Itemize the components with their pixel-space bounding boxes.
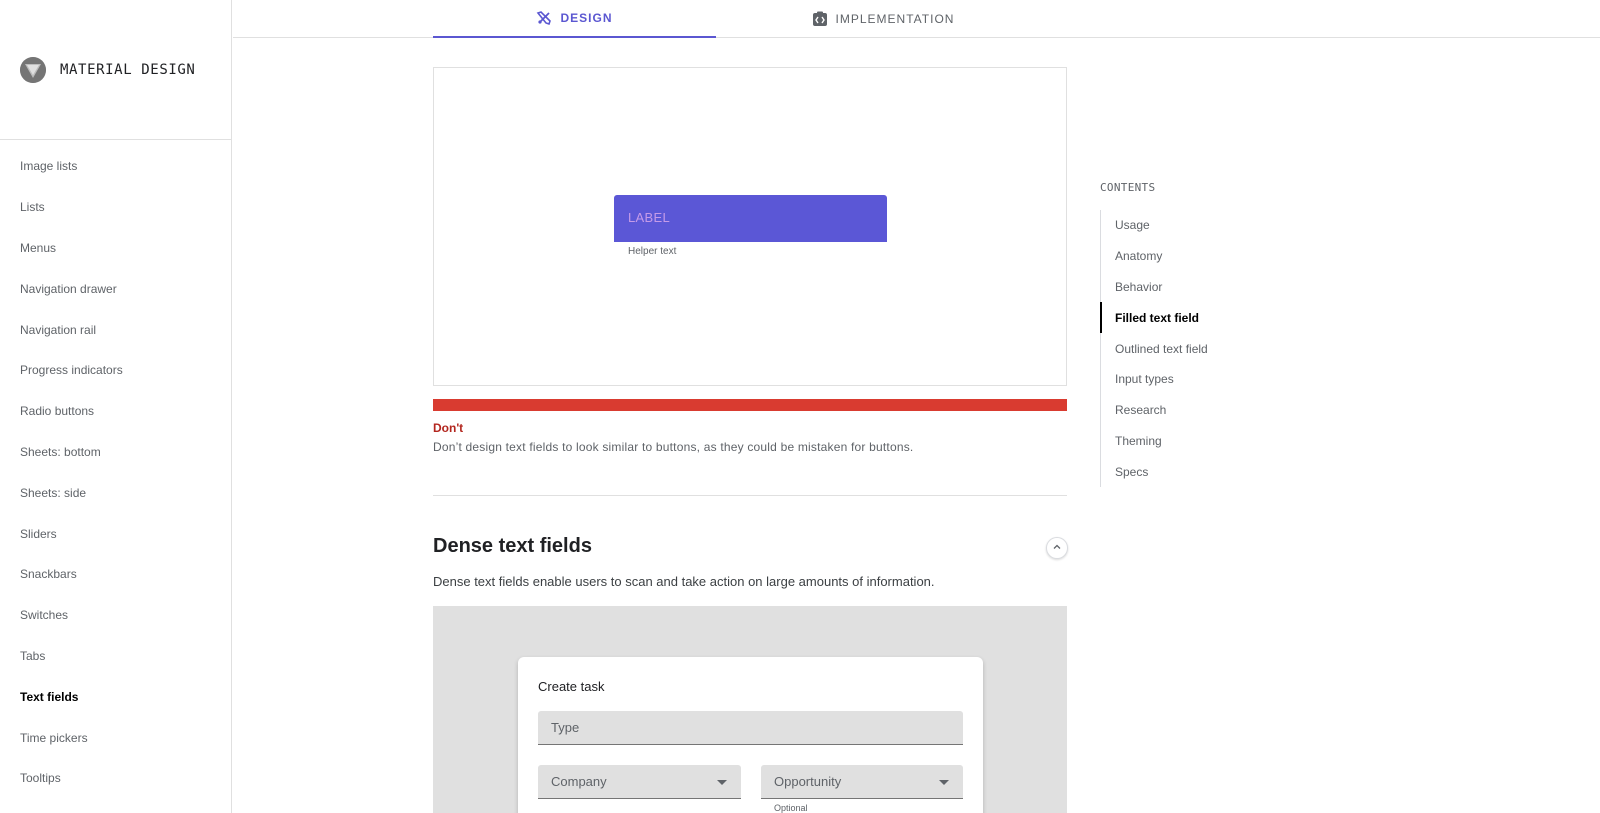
opportunity-select-label: Opportunity	[774, 774, 842, 789]
sidebar-item-tabs[interactable]: Tabs	[0, 636, 232, 677]
sidebar-item-sheets-bottom[interactable]: Sheets: bottom	[0, 432, 232, 473]
sidebar-nav: Image lists Lists Menus Navigation drawe…	[0, 146, 232, 799]
toc-item-outlined-text-field[interactable]: Outlined text field	[1101, 333, 1300, 364]
dropdown-arrow-icon	[939, 780, 949, 785]
type-field-label: Type	[551, 720, 580, 735]
section-title: Dense text fields	[433, 535, 592, 557]
code-icon	[812, 11, 828, 27]
sidebar-item-image-lists[interactable]: Image lists	[0, 146, 232, 187]
table-of-contents: Usage Anatomy Behavior Filled text field…	[1100, 210, 1300, 488]
sidebar-item-navigation-drawer[interactable]: Navigation drawer	[0, 268, 232, 309]
dont-title: Don't	[433, 421, 464, 435]
section-description: Dense text fields enable users to scan a…	[433, 574, 935, 589]
opportunity-select[interactable]: Opportunity	[761, 765, 963, 799]
toc-item-input-types[interactable]: Input types	[1101, 364, 1300, 395]
material-logo-icon	[20, 57, 46, 83]
toc-item-specs[interactable]: Specs	[1101, 456, 1300, 487]
sidebar-item-text-fields[interactable]: Text fields	[0, 676, 232, 717]
tab-design-label: DESIGN	[560, 11, 613, 25]
helper-text: Helper text	[628, 246, 677, 257]
sidebar-item-lists[interactable]: Lists	[0, 187, 232, 228]
sidebar-item-time-pickers[interactable]: Time pickers	[0, 717, 232, 758]
sidebar-item-tooltips[interactable]: Tooltips	[0, 758, 232, 799]
sidebar: MATERIAL DESIGN Image lists Lists Menus …	[0, 0, 232, 813]
design-tools-icon	[536, 10, 552, 26]
brand[interactable]: MATERIAL DESIGN	[20, 57, 195, 83]
card-title: Create task	[538, 679, 605, 694]
sidebar-item-radio-buttons[interactable]: Radio buttons	[0, 391, 232, 432]
dont-example-frame: LABEL Helper text	[433, 67, 1067, 386]
create-task-card: Create task Type Company Opportunity Opt…	[518, 657, 983, 813]
chevron-up-icon	[1052, 539, 1062, 557]
sidebar-item-sheets-side[interactable]: Sheets: side	[0, 472, 232, 513]
type-field[interactable]: Type	[538, 711, 963, 745]
dont-indicator-bar	[433, 399, 1067, 411]
collapse-section-button[interactable]	[1046, 537, 1068, 559]
toc-item-theming[interactable]: Theming	[1101, 426, 1300, 457]
sidebar-item-sliders[interactable]: Sliders	[0, 513, 232, 554]
toc-item-behavior[interactable]: Behavior	[1101, 272, 1300, 303]
company-select[interactable]: Company	[538, 765, 741, 799]
toc-item-filled-text-field[interactable]: Filled text field	[1100, 302, 1300, 333]
dont-caption: Don’t design text fields to look similar…	[433, 440, 914, 454]
tab-implementation-label: IMPLEMENTATION	[835, 12, 955, 26]
toc-item-research[interactable]: Research	[1101, 395, 1300, 426]
company-select-label: Company	[551, 774, 607, 789]
button-label: LABEL	[628, 210, 670, 225]
toc-item-usage[interactable]: Usage	[1101, 210, 1300, 241]
toc-title: CONTENTS	[1100, 181, 1156, 194]
sidebar-divider	[0, 139, 232, 140]
toc-item-anatomy[interactable]: Anatomy	[1101, 241, 1300, 272]
brand-name: MATERIAL DESIGN	[60, 62, 196, 78]
sidebar-item-progress-indicators[interactable]: Progress indicators	[0, 350, 232, 391]
section-divider	[433, 495, 1067, 496]
sidebar-item-switches[interactable]: Switches	[0, 595, 232, 636]
sidebar-item-snackbars[interactable]: Snackbars	[0, 554, 232, 595]
sidebar-item-navigation-rail[interactable]: Navigation rail	[0, 309, 232, 350]
tab-design[interactable]: DESIGN	[433, 0, 716, 38]
dropdown-arrow-icon	[717, 780, 727, 785]
page-tabs: DESIGN IMPLEMENTATION	[233, 0, 1600, 38]
opportunity-helper-text: Optional	[774, 803, 808, 813]
sidebar-item-menus[interactable]: Menus	[0, 228, 232, 269]
tab-implementation[interactable]: IMPLEMENTATION	[733, 0, 1033, 38]
dense-fields-preview: Create task Type Company Opportunity Opt…	[433, 606, 1067, 813]
button-styled-text-field[interactable]: LABEL	[614, 195, 887, 242]
